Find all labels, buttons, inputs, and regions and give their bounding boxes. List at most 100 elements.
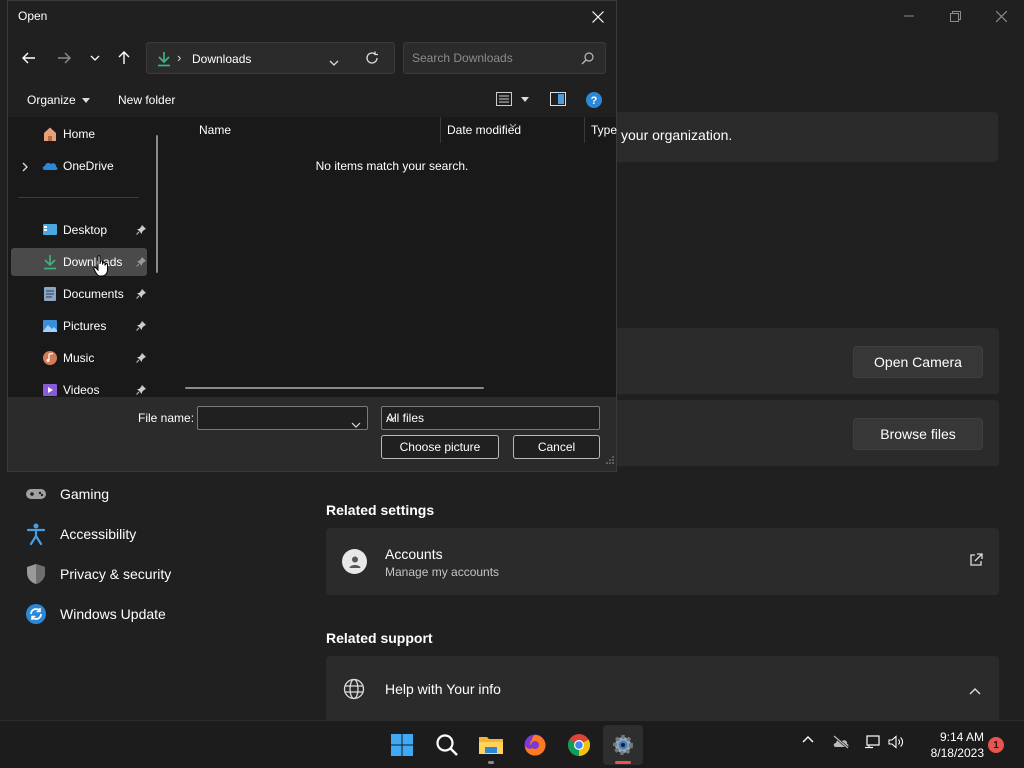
accounts-subtitle: Manage my accounts (385, 565, 500, 579)
column-divider[interactable] (584, 117, 585, 143)
nav-label: Pictures (63, 319, 107, 333)
nav-divider (18, 197, 139, 198)
cloud-offline-icon (833, 735, 849, 749)
nav-item-home[interactable]: Home (11, 120, 147, 148)
column-divider[interactable] (440, 117, 441, 143)
dialog-close-button[interactable] (588, 7, 608, 27)
documents-icon (42, 286, 58, 302)
chevron-down-icon[interactable] (329, 53, 339, 71)
preview-pane-icon (550, 92, 566, 106)
volume-tray-button[interactable] (888, 735, 904, 749)
address-location[interactable]: Downloads (192, 52, 251, 66)
nav-scrollbar[interactable] (156, 135, 158, 273)
file-list-pane: Name Date modified Type No items match y… (166, 115, 617, 397)
close-button[interactable] (978, 0, 1024, 32)
browse-files-button[interactable]: Browse files (853, 418, 983, 450)
pictures-icon (42, 318, 58, 334)
chevron-down-icon[interactable] (351, 415, 361, 433)
nav-item-music[interactable]: Music (11, 344, 147, 372)
recent-locations-button[interactable] (84, 47, 106, 69)
nav-item-videos[interactable]: Videos (11, 376, 147, 397)
file-type-select[interactable]: All files (381, 406, 600, 430)
breadcrumb-chevron-icon: › (177, 50, 182, 65)
pin-icon (136, 384, 147, 397)
search-box[interactable] (403, 42, 606, 74)
chrome-taskbar-button[interactable] (559, 725, 599, 765)
pin-icon (136, 320, 147, 334)
taskbar: 9:14 AM 8/18/2023 1 (0, 720, 1024, 768)
search-taskbar-button[interactable] (427, 725, 467, 765)
resize-grip-icon[interactable] (606, 451, 614, 469)
address-bar[interactable]: › Downloads (146, 42, 395, 74)
nav-item-documents[interactable]: Documents (11, 280, 147, 308)
nav-item-onedrive[interactable]: OneDrive (11, 152, 147, 180)
settings-taskbar-button[interactable] (603, 725, 643, 765)
network-tray-button[interactable] (864, 735, 880, 749)
info-banner: your organization. (596, 112, 998, 162)
onedrive-tray-button[interactable] (832, 735, 850, 749)
nav-item-downloads[interactable]: Downloads (11, 248, 147, 276)
forward-button[interactable] (53, 47, 75, 69)
show-hidden-icons-button[interactable] (802, 735, 814, 743)
restore-button[interactable] (932, 0, 978, 32)
horizontal-scrollbar[interactable] (185, 387, 484, 389)
file-name-input[interactable] (202, 410, 347, 426)
forward-arrow-icon (58, 52, 71, 64)
restore-icon (949, 10, 961, 22)
person-icon (342, 549, 367, 574)
file-name-label: File name: (138, 411, 195, 425)
nav-item-privacy-security[interactable]: Privacy & security (25, 561, 171, 587)
minimize-icon (904, 15, 914, 17)
accounts-card[interactable]: Accounts Manage my accounts (326, 528, 999, 595)
file-name-combobox[interactable] (197, 406, 368, 430)
sort-indicator-icon (509, 115, 517, 133)
cancel-button[interactable]: Cancel (513, 435, 600, 459)
notification-badge[interactable]: 1 (988, 737, 1004, 753)
nav-label: OneDrive (63, 159, 114, 173)
file-explorer-taskbar-button[interactable] (471, 725, 511, 765)
music-icon (42, 350, 58, 366)
refresh-icon[interactable] (365, 51, 379, 70)
home-icon (42, 126, 58, 142)
nav-label: Privacy & security (60, 566, 172, 582)
nav-label: Accessibility (60, 526, 137, 542)
chevron-up-icon (802, 736, 814, 743)
close-icon (592, 11, 604, 23)
pin-icon (136, 224, 147, 238)
chevron-right-icon[interactable] (22, 161, 28, 175)
nav-item-gaming[interactable]: Gaming (25, 481, 109, 507)
organize-button[interactable]: Organize (27, 93, 90, 107)
clock[interactable]: 9:14 AM 8/18/2023 (914, 729, 984, 761)
clock-date: 8/18/2023 (930, 746, 984, 760)
minimize-button[interactable] (886, 0, 932, 32)
chevron-down-icon (90, 55, 100, 61)
firefox-taskbar-button[interactable] (515, 725, 555, 765)
folder-icon (479, 737, 503, 754)
preview-pane-button[interactable] (550, 92, 566, 106)
nav-label: Documents (63, 287, 124, 301)
window-controls (886, 0, 1024, 32)
up-button[interactable] (113, 47, 135, 69)
column-header-type[interactable]: Type (591, 123, 617, 137)
nav-item-pictures[interactable]: Pictures (11, 312, 147, 340)
column-header-name[interactable]: Name (199, 123, 231, 137)
open-camera-button[interactable]: Open Camera (853, 346, 983, 378)
help-button[interactable]: ? (586, 92, 602, 108)
start-button[interactable] (382, 725, 422, 765)
change-view-button[interactable] (496, 92, 529, 106)
chevron-up-icon[interactable] (969, 682, 981, 700)
search-icon[interactable] (581, 52, 594, 70)
back-button[interactable] (18, 47, 40, 69)
download-icon (157, 51, 171, 72)
search-input[interactable] (412, 49, 572, 67)
nav-item-windows-update[interactable]: Windows Update (25, 601, 166, 627)
help-card[interactable]: Help with Your info (326, 656, 999, 720)
chevron-down-icon[interactable] (386, 411, 593, 425)
download-icon (42, 254, 58, 270)
nav-item-accessibility[interactable]: Accessibility (25, 521, 136, 547)
nav-label: Windows Update (60, 606, 166, 622)
nav-item-desktop[interactable]: Desktop (11, 216, 147, 244)
new-folder-button[interactable]: New folder (118, 93, 175, 107)
choose-picture-button[interactable]: Choose picture (381, 435, 499, 459)
related-settings-title: Related settings (326, 502, 435, 518)
